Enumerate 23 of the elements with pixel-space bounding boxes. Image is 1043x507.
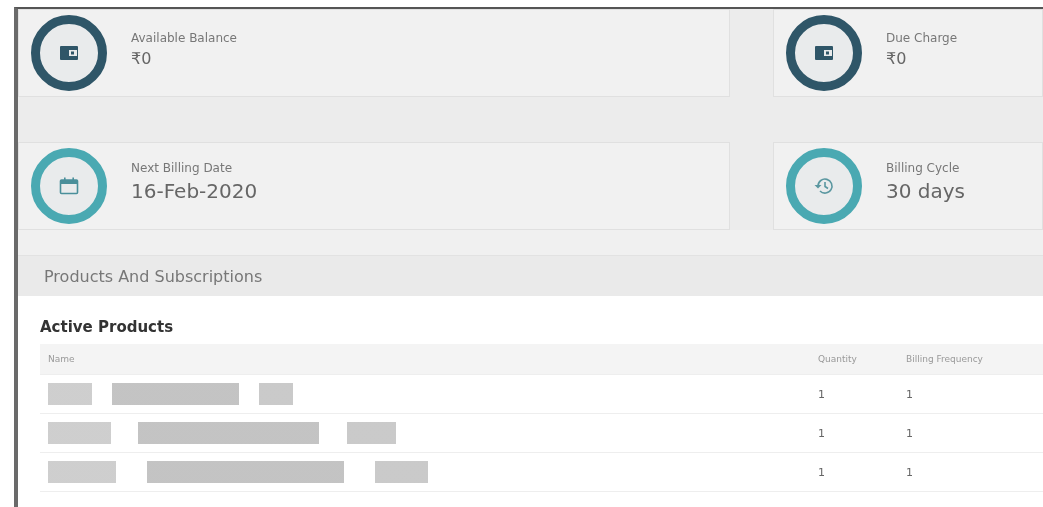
card-value: ₹0 bbox=[131, 48, 153, 68]
history-icon bbox=[813, 176, 835, 196]
table-title: Active Products bbox=[40, 318, 175, 336]
card-label: Due Charge bbox=[886, 30, 958, 45]
card-label: Billing Cycle bbox=[886, 161, 961, 175]
table-cell-text: 1 bbox=[817, 387, 826, 401]
card-value: ₹0 bbox=[886, 48, 908, 68]
card-value: 30 days bbox=[886, 179, 965, 203]
card-label: Available Balance bbox=[131, 30, 237, 45]
card-label: Next Billing Date bbox=[131, 161, 234, 175]
column-header: Quantity bbox=[817, 354, 858, 364]
table-cell-text: 1 bbox=[817, 465, 826, 479]
card-value: 16-Feb-2020 bbox=[131, 179, 258, 203]
wallet-icon bbox=[814, 45, 834, 61]
section-title: Products And Subscriptions bbox=[44, 266, 263, 286]
column-header: Billing Frequency bbox=[905, 354, 984, 364]
table-cell-text: 1 bbox=[905, 465, 914, 479]
calendar-icon bbox=[59, 177, 79, 195]
wallet-icon bbox=[59, 45, 79, 61]
table-cell-text: 1 bbox=[905, 426, 914, 440]
table-cell-text: 1 bbox=[817, 426, 826, 440]
column-header: Name bbox=[47, 354, 76, 364]
table-cell-text: 1 bbox=[905, 387, 914, 401]
